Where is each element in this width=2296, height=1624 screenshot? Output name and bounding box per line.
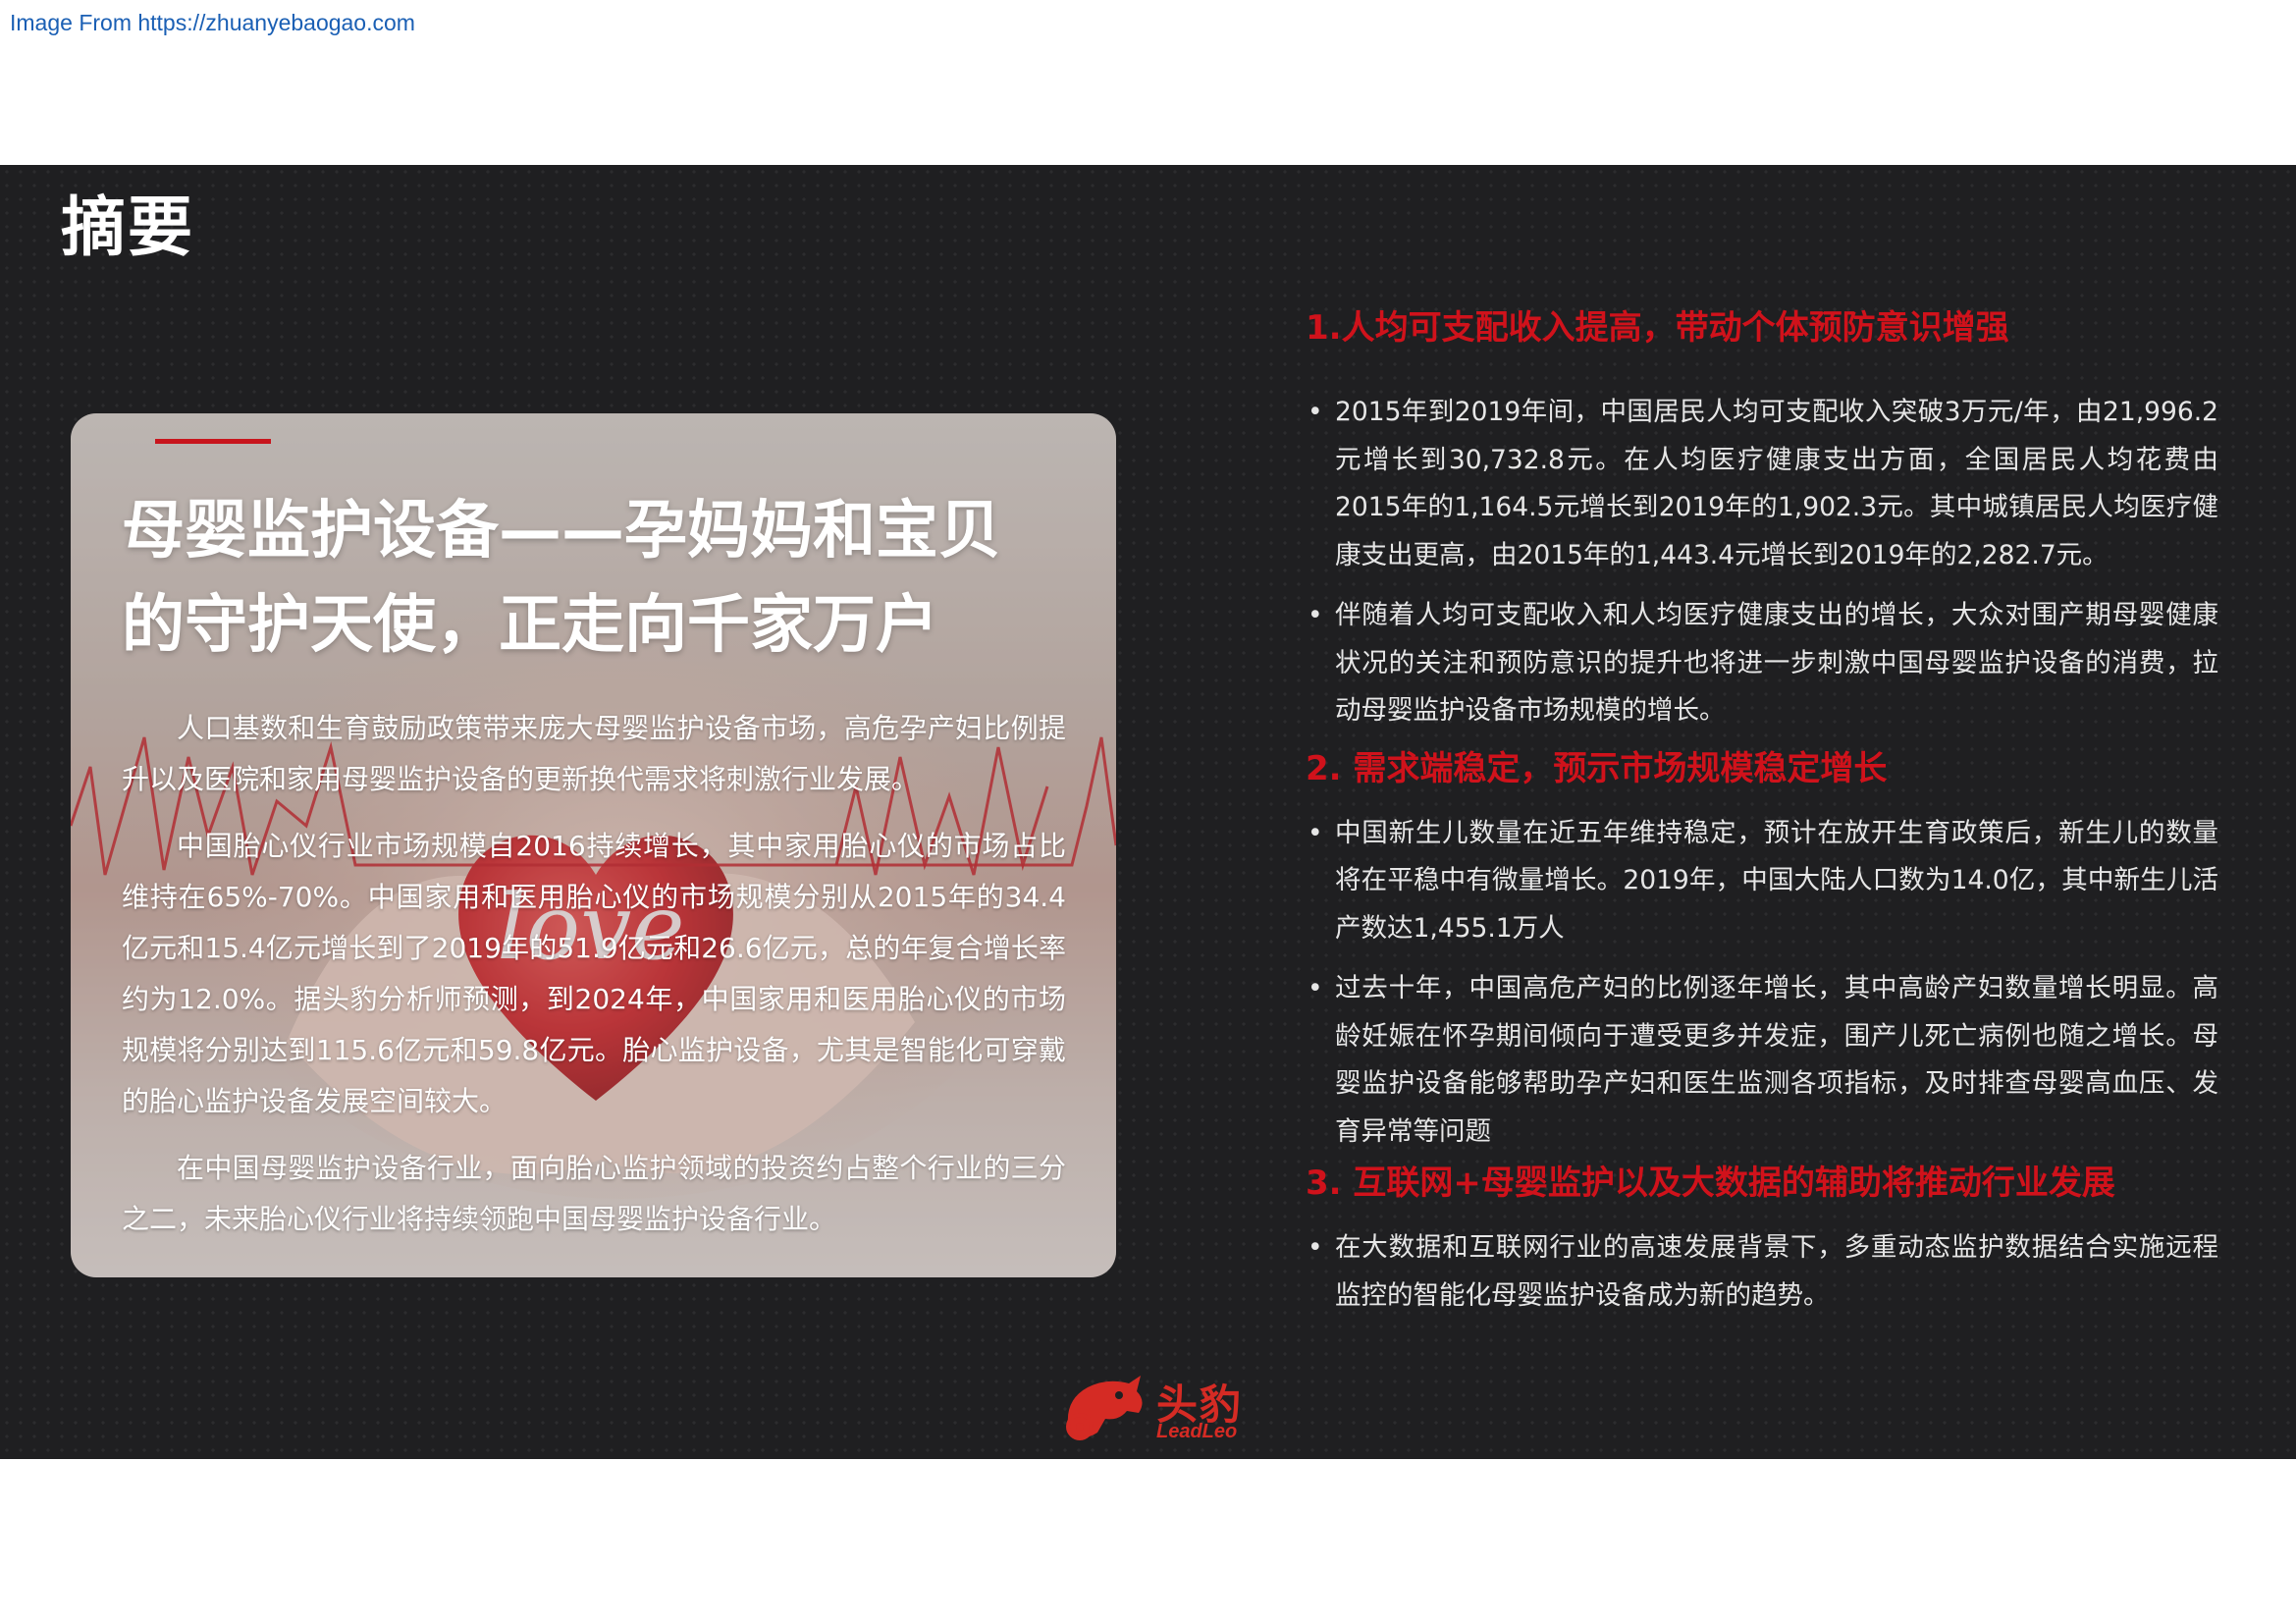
leadleo-logo: 头豹 LeadLeo <box>1058 1370 1255 1448</box>
bullet-dot-icon: • <box>1308 397 1323 427</box>
section-heading-3: 3. 互联网+母婴监护以及大数据的辅助将推动行业发展 <box>1306 1164 2115 1203</box>
bullet-dot-icon: • <box>1308 973 1323 1003</box>
logo-text-en: LeadLeo <box>1156 1421 1238 1442</box>
card-paragraphs: 人口基数和生育鼓励政策带来庞大母婴监护设备市场，高危孕产妇比例提升以及医院和家用… <box>122 703 1066 1261</box>
card-paragraph-2: 中国胎心仪行业市场规模自2016持续增长，其中家用胎心仪的市场占比维持在65%-… <box>122 830 1066 1117</box>
section-heading-2: 2. 需求端稳定，预示市场规模稳定增长 <box>1306 748 1888 788</box>
bullet-item: • 2015年到2019年间，中国居民人均可支配收入突破3万元/年，由21,996… <box>1306 389 2218 579</box>
card-paragraph-1: 人口基数和生育鼓励政策带来庞大母婴监护设备市场，高危孕产妇比例提升以及医院和家用… <box>122 712 1066 795</box>
bullet-item: • 过去十年，中国高危产妇的比例逐年增长，其中高龄产妇数量增长明显。高龄妊娠在怀孕… <box>1306 965 2218 1156</box>
card-heading-line-1: 母婴监护设备——孕妈妈和宝贝 <box>122 495 1001 568</box>
right-column: 1.人均可支配收入提高，带动个体预防意识增强 • 2015年到2019年间，中国居… <box>1306 302 2218 1320</box>
slide-title: 摘要 <box>61 189 194 265</box>
section-3-bullets: • 在大数据和互联网行业的高速发展背景下，多重动态监护数据结合实施远程监控的智能化… <box>1306 1224 2218 1320</box>
section-2-bullets: • 中国新生儿数量在近五年维持稳定，预计在放开生育政策后，新生儿的数量将在平稳中有… <box>1306 810 2218 1157</box>
bullet-text: 伴随着人均可支配收入和人均医疗健康支出的增长，大众对围产期母婴健康状况的关注和预… <box>1335 600 2218 726</box>
slide: 摘要 love 母婴监护设备——孕妈妈和宝贝 的守护天使，正走向千家万户 人口基… <box>0 165 2296 1459</box>
accent-bar <box>155 439 271 444</box>
bullet-text: 中国新生儿数量在近五年维持稳定，预计在放开生育政策后，新生儿的数量将在平稳中有微… <box>1335 817 2218 944</box>
bullet-dot-icon: • <box>1308 817 1323 848</box>
card-heading-line-2: 的守护天使，正走向千家万户 <box>122 589 938 662</box>
bullet-dot-icon: • <box>1308 600 1323 630</box>
bullet-item: • 中国新生儿数量在近五年维持稳定，预计在放开生育政策后，新生儿的数量将在平稳中有… <box>1306 810 2218 953</box>
bullet-text: 在大数据和互联网行业的高速发展背景下，多重动态监护数据结合实施远程监控的智能化母… <box>1335 1232 2218 1311</box>
bullet-text: 过去十年，中国高危产妇的比例逐年增长，其中高龄产妇数量增长明显。高龄妊娠在怀孕期… <box>1335 973 2218 1147</box>
summary-card: love 母婴监护设备——孕妈妈和宝贝 的守护天使，正走向千家万户 人口基数和生… <box>71 413 1116 1277</box>
card-heading: 母婴监护设备——孕妈妈和宝贝 的守护天使，正走向千家万户 <box>122 484 1084 673</box>
bullet-item: • 伴随着人均可支配收入和人均医疗健康支出的增长，大众对围产期母婴健康状况的关注和… <box>1306 592 2218 735</box>
source-link[interactable]: Image From https://zhuanyebaogao.com <box>10 10 415 36</box>
bullet-text: 2015年到2019年间，中国居民人均可支配收入突破3万元/年，由21,996.… <box>1335 397 2218 570</box>
bullet-dot-icon: • <box>1308 1232 1323 1263</box>
leopard-icon <box>1066 1376 1143 1440</box>
card-paragraph-3: 在中国母婴监护设备行业，面向胎心监护领域的投资约占整个行业的三分之二，未来胎心仪… <box>122 1152 1066 1235</box>
section-1-bullets: • 2015年到2019年间，中国居民人均可支配收入突破3万元/年，由21,996… <box>1306 389 2218 735</box>
section-heading-1: 1.人均可支配收入提高，带动个体预防意识增强 <box>1306 308 2009 348</box>
bullet-item: • 在大数据和互联网行业的高速发展背景下，多重动态监护数据结合实施远程监控的智能化… <box>1306 1224 2218 1320</box>
